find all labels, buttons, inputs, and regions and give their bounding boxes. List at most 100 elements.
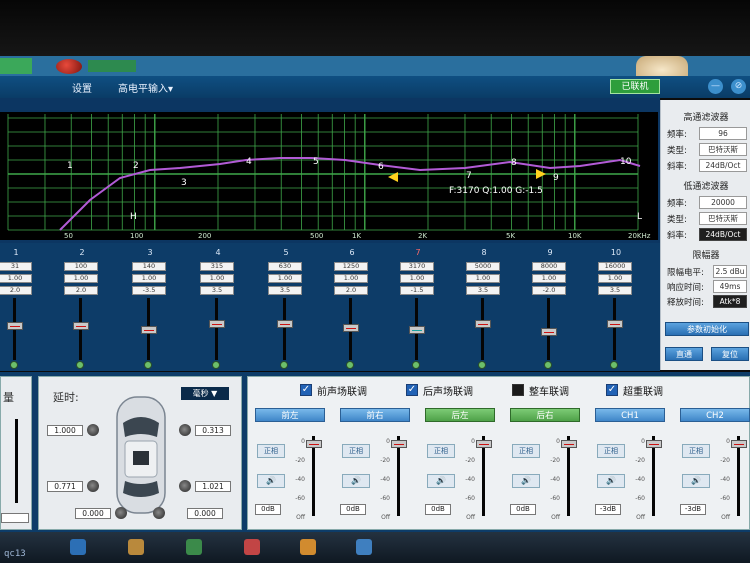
delay-rear-left-field[interactable]: 0.771 bbox=[47, 481, 83, 492]
band-gain-slider-thumb[interactable] bbox=[475, 320, 491, 328]
speaker-icon[interactable]: 🔊 bbox=[257, 474, 285, 488]
menu-input-mode[interactable]: 高电平输入▾ bbox=[118, 80, 173, 95]
delay-sub-right-knob[interactable] bbox=[153, 507, 165, 519]
limiter-release-select[interactable]: Atk*8 bbox=[713, 295, 747, 308]
band-gain-field[interactable]: -1.5 bbox=[400, 286, 434, 295]
taskbar-app-icon[interactable] bbox=[70, 539, 86, 555]
band-gain-track[interactable] bbox=[481, 298, 484, 360]
highpass-marker[interactable]: H bbox=[130, 212, 137, 222]
hp-slope-select[interactable]: 24dB/Oct bbox=[699, 159, 747, 172]
channel-fader-track[interactable] bbox=[397, 436, 400, 516]
band-enable-dot-icon[interactable] bbox=[212, 361, 220, 369]
minimize-button[interactable]: — bbox=[708, 79, 723, 94]
delay-front-left-knob[interactable] bbox=[87, 424, 99, 436]
limiter-attack-field[interactable]: 49ms bbox=[713, 280, 747, 293]
speaker-icon[interactable]: 🔊 bbox=[512, 474, 540, 488]
hp-type-select[interactable]: 巴特沃斯 bbox=[699, 143, 747, 156]
band-q-field[interactable]: 1.00 bbox=[334, 274, 368, 283]
channel-fader-track[interactable] bbox=[652, 436, 655, 516]
channel-level-field[interactable]: 0dB bbox=[340, 504, 366, 515]
taskbar-app-icon[interactable] bbox=[128, 539, 144, 555]
channel-phase-button[interactable]: 正相 bbox=[427, 444, 455, 458]
band-q-field[interactable]: 1.00 bbox=[0, 274, 32, 283]
taskbar-app-icon[interactable] bbox=[244, 539, 260, 555]
band-gain-slider-thumb[interactable] bbox=[141, 326, 157, 334]
channel-fader-track[interactable] bbox=[737, 436, 740, 516]
link-sub-checkbox[interactable]: ✓ bbox=[606, 384, 618, 396]
band-q-field[interactable]: 1.00 bbox=[268, 274, 302, 283]
channel-level-field[interactable]: -3dB bbox=[680, 504, 706, 515]
band-gain-slider-thumb[interactable] bbox=[541, 328, 557, 336]
bypass-button[interactable]: 直通 bbox=[665, 347, 703, 361]
delay-front-left-field[interactable]: 1.000 bbox=[47, 425, 83, 436]
band-enable-dot-icon[interactable] bbox=[10, 361, 18, 369]
band-enable-dot-icon[interactable] bbox=[144, 361, 152, 369]
delay-rear-right-field[interactable]: 1.021 bbox=[195, 481, 231, 492]
lp-type-select[interactable]: 巴特沃斯 bbox=[699, 212, 747, 225]
band-gain-field[interactable]: 3.5 bbox=[466, 286, 500, 295]
band-q-field[interactable]: 1.00 bbox=[132, 274, 166, 283]
band-freq-field[interactable]: 630 bbox=[268, 262, 302, 271]
hp-freq-field[interactable]: 96 bbox=[699, 127, 747, 140]
channel-level-field[interactable]: -3dB bbox=[595, 504, 621, 515]
delay-sub-right-field[interactable]: 0.000 bbox=[187, 508, 223, 519]
band-enable-dot-icon[interactable] bbox=[76, 361, 84, 369]
band-enable-dot-icon[interactable] bbox=[478, 361, 486, 369]
link-front-checkbox[interactable]: ✓ bbox=[300, 384, 312, 396]
channel-level-field[interactable]: 0dB bbox=[425, 504, 451, 515]
band-q-field[interactable]: 1.00 bbox=[200, 274, 234, 283]
band-q-field[interactable]: 1.00 bbox=[532, 274, 566, 283]
band-gain-slider-thumb[interactable] bbox=[409, 326, 425, 334]
band-freq-field[interactable]: 3170 bbox=[400, 262, 434, 271]
band-gain-track[interactable] bbox=[215, 298, 218, 360]
lp-slope-select[interactable]: 24dB/Oct bbox=[699, 228, 747, 241]
lp-freq-field[interactable]: 20000 bbox=[699, 196, 747, 209]
band-enable-dot-icon[interactable] bbox=[280, 361, 288, 369]
delay-rear-left-knob[interactable] bbox=[87, 480, 99, 492]
band-freq-field[interactable]: 5000 bbox=[466, 262, 500, 271]
band-gain-slider-thumb[interactable] bbox=[607, 320, 623, 328]
band-gain-field[interactable]: 3.5 bbox=[598, 286, 632, 295]
channel-fader-thumb[interactable] bbox=[646, 440, 662, 448]
delay-front-right-field[interactable]: 0.313 bbox=[195, 425, 231, 436]
delay-sub-left-field[interactable]: 0.000 bbox=[75, 508, 111, 519]
channel-fader-thumb[interactable] bbox=[731, 440, 747, 448]
band-q-field[interactable]: 1.00 bbox=[466, 274, 500, 283]
eq-init-button[interactable]: 参数初始化 bbox=[665, 322, 749, 336]
menu-settings[interactable]: 设置 bbox=[72, 80, 92, 95]
band-gain-field[interactable]: 2.0 bbox=[0, 286, 32, 295]
band-gain-slider-thumb[interactable] bbox=[277, 320, 293, 328]
volume-track[interactable] bbox=[15, 419, 18, 503]
channel-name-button[interactable]: 前右 bbox=[340, 408, 410, 422]
band-gain-field[interactable]: 2.0 bbox=[64, 286, 98, 295]
band-gain-track[interactable] bbox=[613, 298, 616, 360]
band-gain-field[interactable]: -2.0 bbox=[532, 286, 566, 295]
band-freq-field[interactable]: 315 bbox=[200, 262, 234, 271]
limiter-level-field[interactable]: 2.5 dBu bbox=[713, 265, 747, 278]
link-rear-checkbox[interactable]: ✓ bbox=[406, 384, 418, 396]
band-enable-dot-icon[interactable] bbox=[544, 361, 552, 369]
band-gain-field[interactable]: -3.5 bbox=[132, 286, 166, 295]
channel-level-field[interactable]: 0dB bbox=[255, 504, 281, 515]
channel-name-button[interactable]: 后左 bbox=[425, 408, 495, 422]
band-q-field[interactable]: 1.00 bbox=[400, 274, 434, 283]
band-freq-field[interactable]: 8000 bbox=[532, 262, 566, 271]
taskbar-app-icon[interactable] bbox=[356, 539, 372, 555]
channel-name-button[interactable]: CH1 bbox=[595, 408, 665, 422]
channel-fader-thumb[interactable] bbox=[391, 440, 407, 448]
channel-fader-thumb[interactable] bbox=[476, 440, 492, 448]
channel-fader-thumb[interactable] bbox=[306, 440, 322, 448]
eq-graph[interactable]: 1 2 3 4 5 6 7 8 9 10 50 100 200 500 1K 2K 5K 10K 20KHz F:… bbox=[0, 112, 658, 240]
band-gain-slider-thumb[interactable] bbox=[73, 322, 89, 330]
channel-phase-button[interactable]: 正相 bbox=[257, 444, 285, 458]
taskbar-app-icon[interactable] bbox=[300, 539, 316, 555]
band-q-field[interactable]: 1.00 bbox=[598, 274, 632, 283]
lowpass-marker[interactable]: L bbox=[637, 212, 642, 222]
speaker-icon[interactable]: 🔊 bbox=[427, 474, 455, 488]
channel-fader-track[interactable] bbox=[482, 436, 485, 516]
band-q-field[interactable]: 1.00 bbox=[64, 274, 98, 283]
band-freq-field[interactable]: 16000 bbox=[598, 262, 632, 271]
band-enable-dot-icon[interactable] bbox=[610, 361, 618, 369]
reset-button[interactable]: 复位 bbox=[711, 347, 749, 361]
channel-fader-thumb[interactable] bbox=[561, 440, 577, 448]
